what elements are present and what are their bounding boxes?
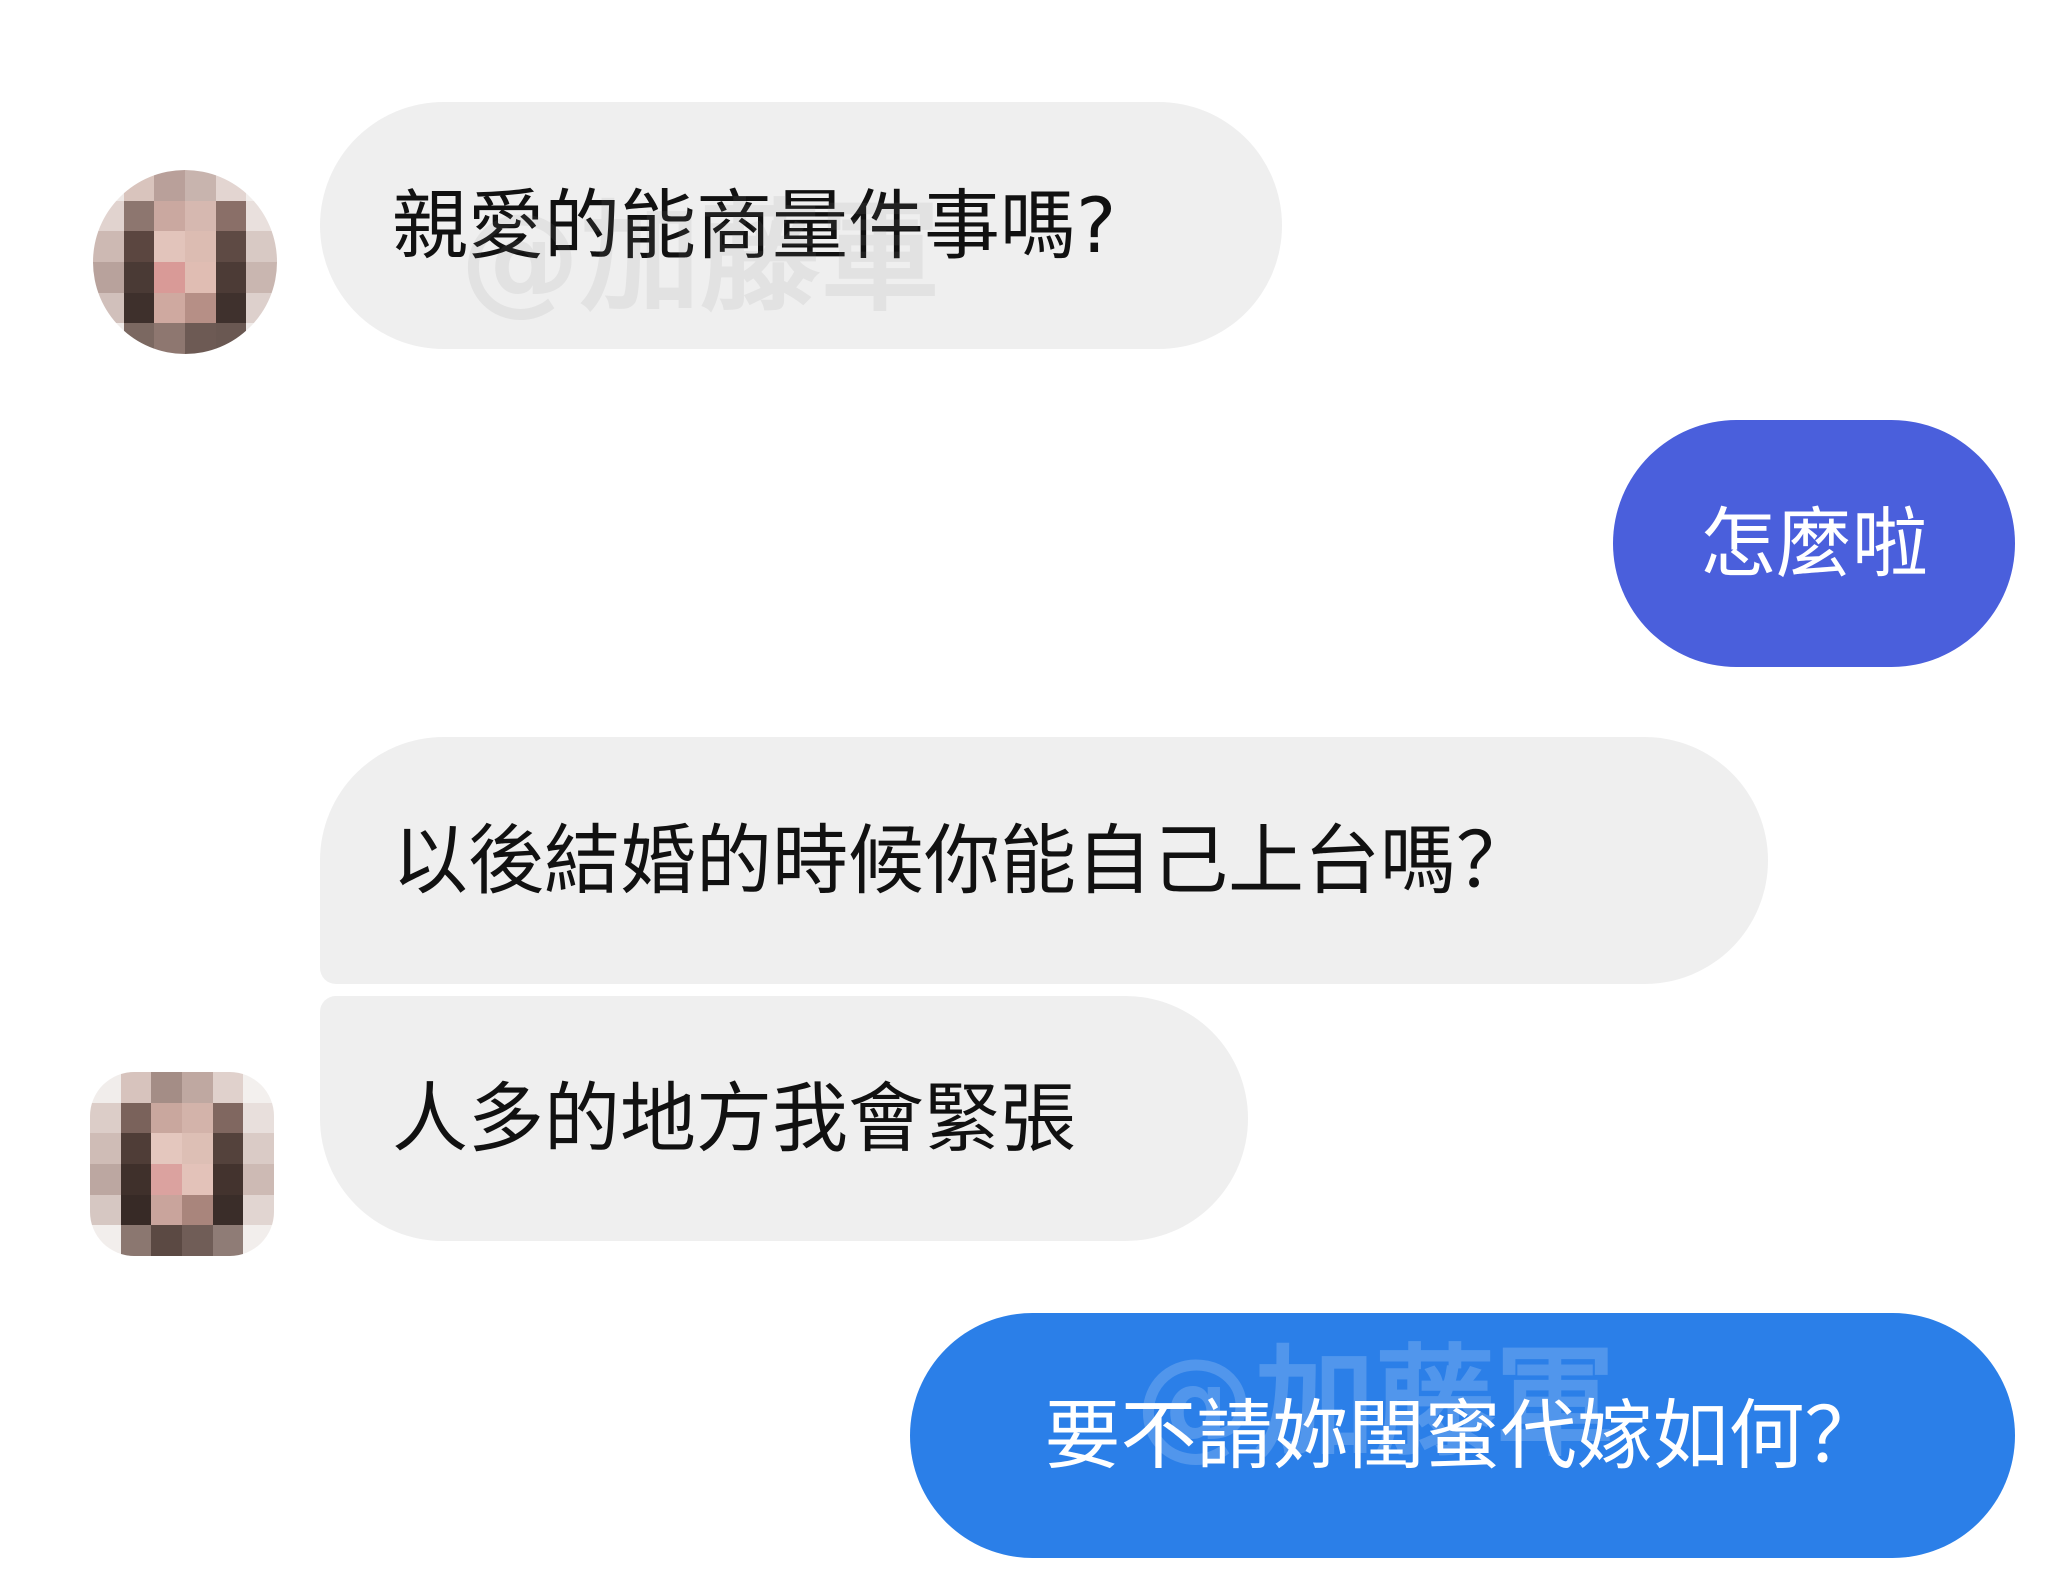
message-text: 要不請妳閨蜜代嫁如何？	[1044, 1390, 1881, 1480]
message-bubble-sent[interactable]: 要不請妳閨蜜代嫁如何？	[910, 1313, 2015, 1558]
chat-thread: 親愛的能商量件事嗎? @加藤軍 怎麼啦 以後結婚的時候你能自己上台嗎？ 人多的地…	[0, 0, 2048, 1595]
message-text: 怎麼啦	[1700, 498, 1928, 588]
message-bubble-sent[interactable]: 怎麼啦	[1613, 420, 2015, 667]
contact-avatar[interactable]	[90, 1072, 274, 1256]
message-text: 親愛的能商量件事嗎?	[392, 180, 1117, 270]
message-text: 以後結婚的時候你能自己上台嗎？	[392, 815, 1532, 905]
message-bubble-received[interactable]: 人多的地方我會緊張	[320, 996, 1248, 1241]
message-bubble-received[interactable]: 以後結婚的時候你能自己上台嗎？	[320, 737, 1768, 984]
contact-avatar[interactable]	[93, 170, 277, 354]
message-text: 人多的地方我會緊張	[392, 1073, 1076, 1163]
message-bubble-received[interactable]: 親愛的能商量件事嗎?	[320, 102, 1282, 349]
